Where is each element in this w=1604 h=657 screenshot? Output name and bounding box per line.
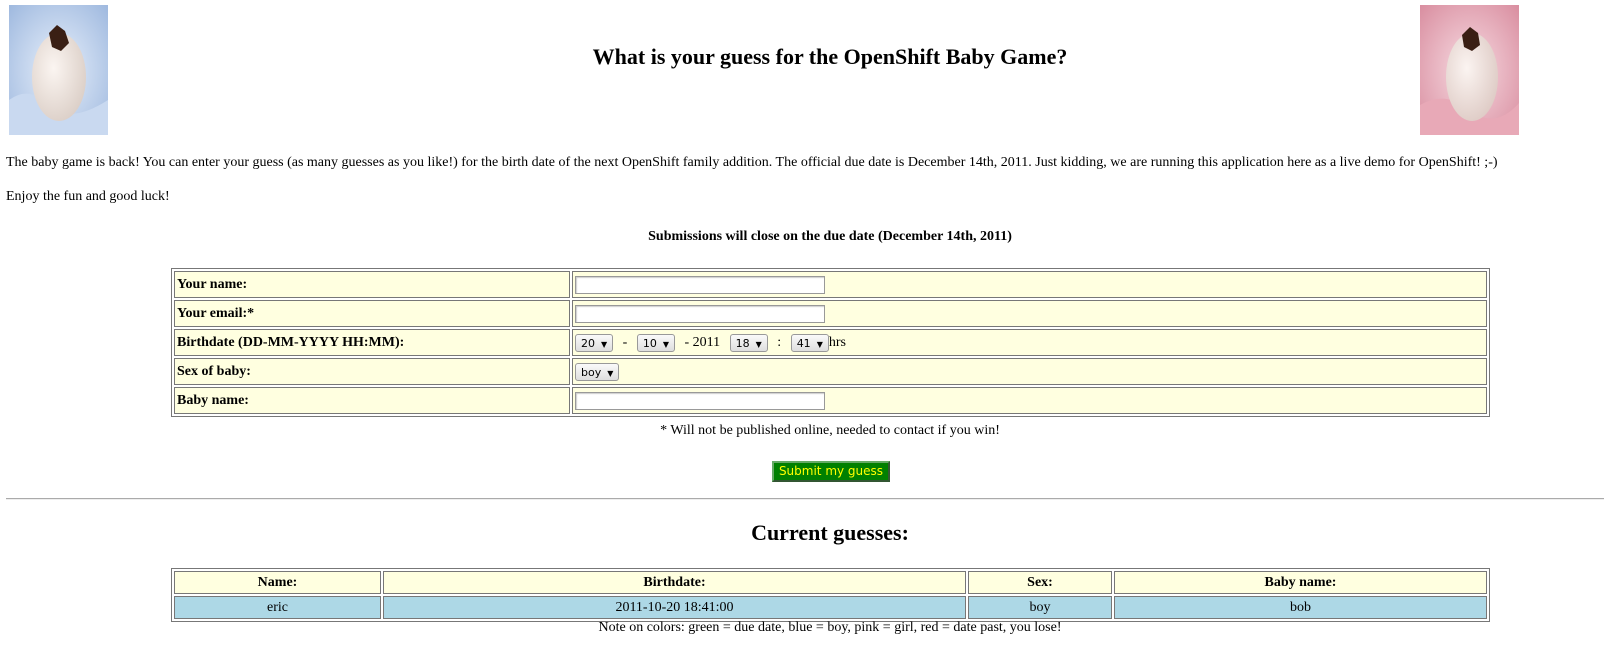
current-guesses-heading: Current guesses: — [751, 520, 909, 545]
guesses-table: Name: Birthdate: Sex: Baby name: eric 20… — [171, 568, 1490, 622]
email-input[interactable] — [575, 304, 825, 323]
hour-select[interactable]: 18 ▼ — [729, 333, 768, 352]
guess-birthdate-cell: 2011-10-20 18:41:00 — [383, 596, 966, 619]
sex-value: boy — [581, 365, 602, 379]
guess-name-cell: eric — [174, 596, 381, 619]
email-cell — [572, 300, 1487, 327]
enjoy-text: Enjoy the fun and good luck! — [6, 189, 170, 204]
submit-guess-button[interactable]: Submit my guess — [772, 461, 890, 482]
form-row-sex: Sex of baby: boy ▼ — [174, 358, 1487, 385]
divider — [6, 498, 1604, 500]
babyname-input[interactable] — [575, 391, 825, 410]
chevron-down-icon: ▼ — [816, 339, 823, 349]
guess-form-table: Your name: Your email:* Birthdate (DD-MM… — [171, 268, 1490, 417]
sex-cell: boy ▼ — [572, 358, 1487, 385]
chevron-down-icon: ▼ — [601, 339, 608, 349]
guess-sex-cell: boy — [968, 596, 1112, 619]
chevron-down-icon: ▼ — [607, 368, 614, 378]
minute-value: 41 — [796, 336, 811, 350]
day-select[interactable]: 20 ▼ — [575, 333, 614, 352]
form-row-email: Your email:* — [174, 300, 1487, 327]
column-header-babyname: Baby name: — [1114, 571, 1487, 594]
submission-close-note: Submissions will close on the due date (… — [648, 229, 1012, 244]
babyname-label: Baby name: — [174, 387, 570, 414]
guesses-header-row: Name: Birthdate: Sex: Baby name: — [174, 571, 1487, 594]
babyname-cell — [572, 387, 1487, 414]
email-label: Your email:* — [174, 300, 570, 327]
birthdate-cell: 20 ▼ - 10 ▼ - 2011 18 ▼ : 41 ▼ hrs — [572, 329, 1487, 356]
month-select[interactable]: 10 ▼ — [636, 333, 675, 352]
column-header-birthdate: Birthdate: — [383, 571, 966, 594]
name-cell — [572, 271, 1487, 298]
hrs-text: hrs — [828, 334, 846, 350]
colors-note: Note on colors: green = due date, blue =… — [598, 620, 1062, 635]
column-header-name: Name: — [174, 571, 381, 594]
egg-blue-image — [9, 5, 108, 135]
hour-value: 18 — [735, 336, 750, 350]
egg-pink-image — [1420, 5, 1519, 135]
email-footnote: * Will not be published online, needed t… — [660, 423, 1000, 438]
sex-select[interactable]: boy ▼ — [575, 362, 620, 381]
minute-select[interactable]: 41 ▼ — [790, 333, 829, 352]
page-title: What is your guess for the OpenShift Bab… — [592, 44, 1068, 69]
form-row-name: Your name: — [174, 271, 1487, 298]
form-row-birthdate: Birthdate (DD-MM-YYYY HH:MM): 20 ▼ - 10 ▼ … — [174, 329, 1487, 356]
date-dash: - — [622, 334, 628, 350]
guess-babyname-cell: bob — [1114, 596, 1487, 619]
year-text: - 2011 — [684, 334, 721, 350]
form-row-babyname: Baby name: — [174, 387, 1487, 414]
month-value: 10 — [642, 336, 657, 350]
intro-paragraph: The baby game is back! You can enter you… — [6, 155, 1498, 170]
name-label: Your name: — [174, 271, 570, 298]
day-value: 20 — [581, 336, 595, 350]
chevron-down-icon: ▼ — [662, 339, 669, 349]
name-input[interactable] — [575, 275, 825, 294]
table-row: eric 2011-10-20 18:41:00 boy bob — [174, 596, 1487, 619]
time-colon: : — [777, 334, 782, 350]
birthdate-label: Birthdate (DD-MM-YYYY HH:MM): — [174, 329, 570, 356]
sex-label: Sex of baby: — [174, 358, 570, 385]
chevron-down-icon: ▼ — [755, 339, 762, 349]
column-header-sex: Sex: — [968, 571, 1112, 594]
